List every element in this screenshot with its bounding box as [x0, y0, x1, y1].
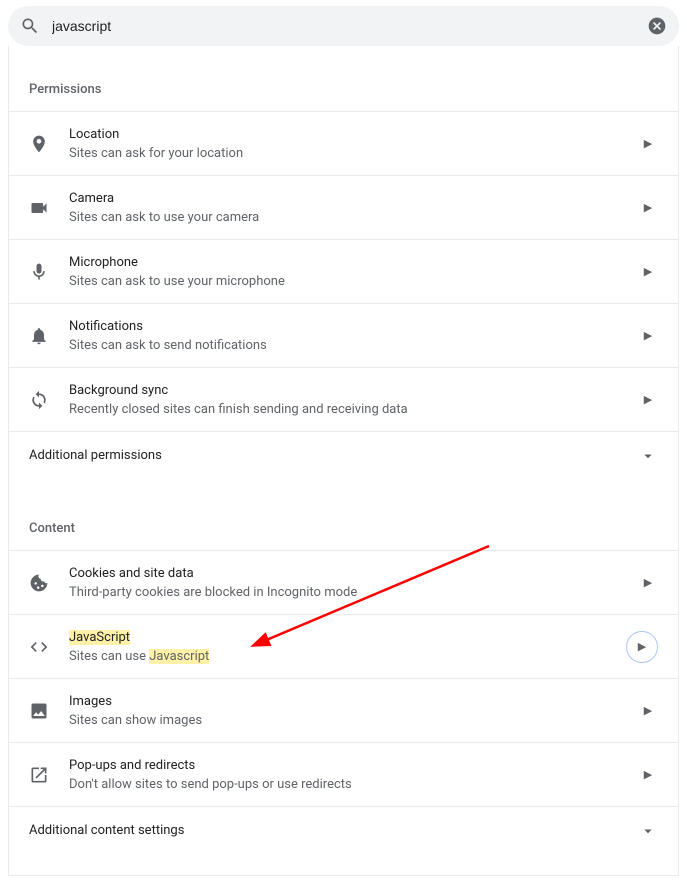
row-location[interactable]: Location Sites can ask for your location… — [9, 111, 678, 175]
row-title: Background sync — [69, 383, 638, 398]
row-microphone[interactable]: Microphone Sites can ask to use your mic… — [9, 239, 678, 303]
location-icon — [29, 134, 69, 154]
row-subtitle: Sites can ask to use your microphone — [69, 274, 638, 289]
image-icon — [29, 701, 69, 721]
row-subtitle: Third-party cookies are blocked in Incog… — [69, 585, 638, 600]
row-background-sync[interactable]: Background sync Recently closed sites ca… — [9, 367, 678, 431]
row-title: Images — [69, 694, 638, 709]
chevron-down-icon — [638, 822, 658, 840]
microphone-icon — [29, 262, 69, 282]
permissions-header: Permissions — [9, 72, 678, 111]
row-title: JavaScript — [69, 630, 626, 645]
row-subtitle: Recently closed sites can finish sending… — [69, 402, 638, 417]
code-icon — [29, 637, 69, 657]
row-title: Camera — [69, 191, 638, 206]
row-notifications[interactable]: Notifications Sites can ask to send noti… — [9, 303, 678, 367]
content-header: Content — [9, 511, 678, 550]
bell-icon — [29, 326, 69, 346]
row-subtitle: Sites can ask for your location — [69, 146, 638, 161]
search-bar[interactable] — [8, 6, 679, 46]
sync-icon — [29, 390, 69, 410]
chevron-right-icon: ▶ — [638, 393, 658, 406]
chevron-right-icon: ▶ — [632, 640, 652, 653]
row-camera[interactable]: Camera Sites can ask to use your camera … — [9, 175, 678, 239]
chevron-right-icon: ▶ — [638, 265, 658, 278]
row-title: Microphone — [69, 255, 638, 270]
row-cookies[interactable]: Cookies and site data Third-party cookie… — [9, 550, 678, 614]
row-title: Additional permissions — [29, 448, 638, 463]
row-subtitle: Don't allow sites to send pop-ups or use… — [69, 777, 638, 792]
search-icon — [20, 16, 40, 36]
row-additional-content[interactable]: Additional content settings — [9, 806, 678, 854]
row-images[interactable]: Images Sites can show images ▶ — [9, 678, 678, 742]
chevron-right-icon: ▶ — [638, 576, 658, 589]
cookie-icon — [29, 573, 69, 593]
chevron-right-icon: ▶ — [638, 201, 658, 214]
row-subtitle: Sites can ask to send notifications — [69, 338, 638, 353]
row-subtitle: Sites can show images — [69, 713, 638, 728]
row-title: Pop-ups and redirects — [69, 758, 638, 773]
chevron-right-icon: ▶ — [638, 768, 658, 781]
camera-icon — [29, 198, 69, 218]
popup-icon — [29, 765, 69, 785]
chevron-right-icon: ▶ — [638, 329, 658, 342]
clear-search-icon[interactable] — [647, 16, 667, 36]
row-title: Cookies and site data — [69, 566, 638, 581]
row-javascript[interactable]: JavaScript Sites can use Javascript ▶ — [9, 614, 678, 678]
row-title: Notifications — [69, 319, 638, 334]
row-popups[interactable]: Pop-ups and redirects Don't allow sites … — [9, 742, 678, 806]
row-subtitle: Sites can ask to use your camera — [69, 210, 638, 225]
chevron-down-icon — [638, 447, 658, 465]
chevron-right-icon: ▶ — [638, 137, 658, 150]
row-subtitle: Sites can use Javascript — [69, 649, 626, 664]
settings-page: Permissions Location Sites can ask for y… — [8, 46, 679, 876]
chevron-right-icon: ▶ — [638, 704, 658, 717]
row-title: Location — [69, 127, 638, 142]
row-title: Additional content settings — [29, 823, 638, 838]
search-input[interactable] — [52, 18, 647, 34]
row-additional-permissions[interactable]: Additional permissions — [9, 431, 678, 479]
chevron-right-highlighted[interactable]: ▶ — [626, 631, 658, 663]
